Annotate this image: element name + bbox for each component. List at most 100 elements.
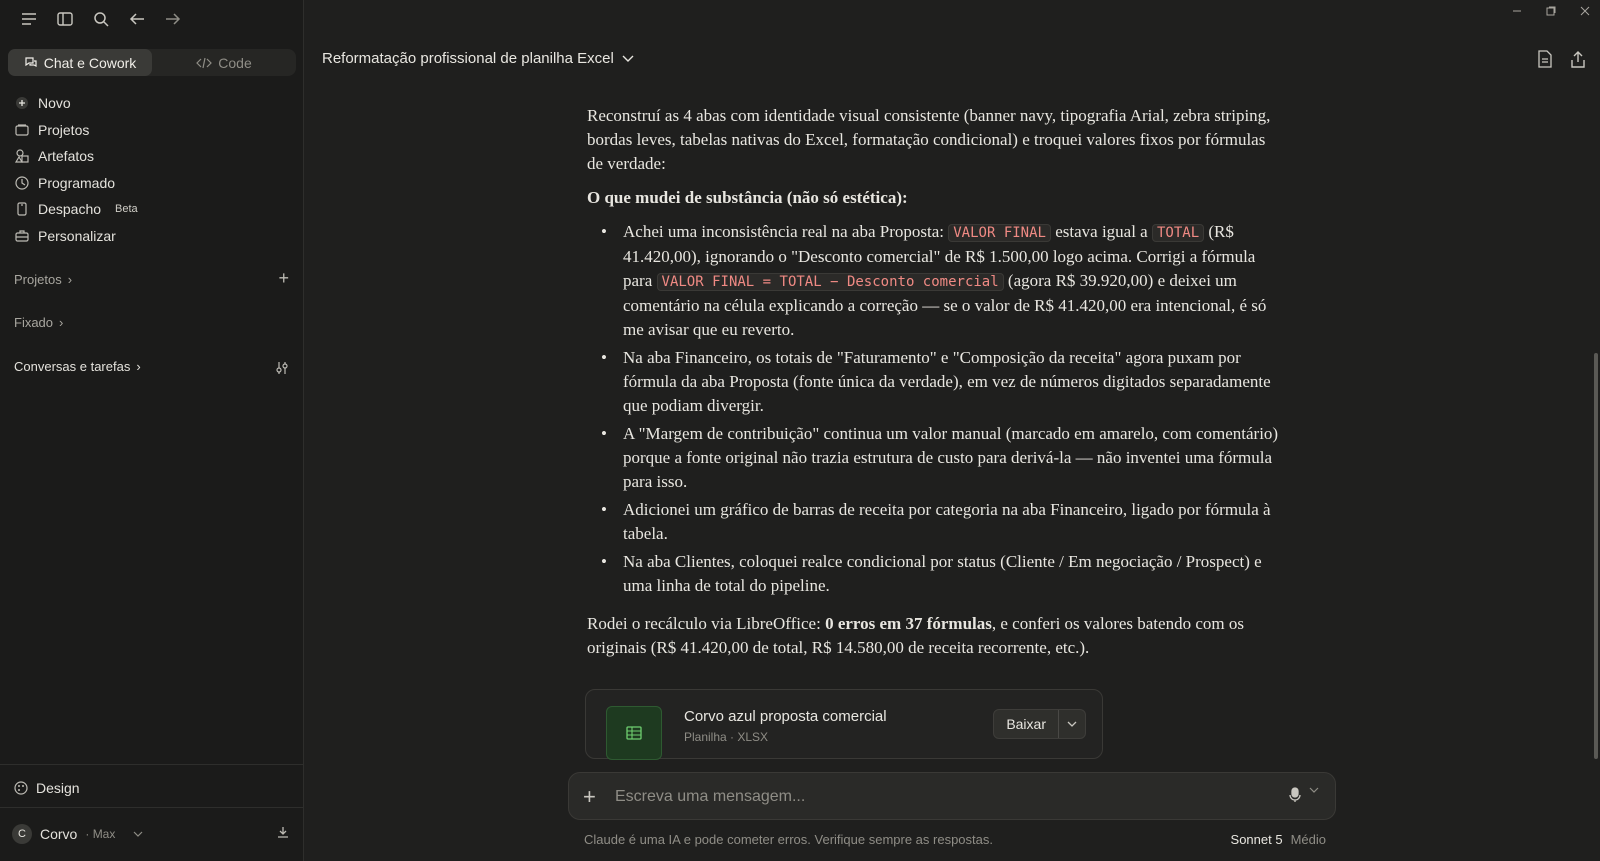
message-heading: O que mudei de substância (não só estéti…: [587, 188, 908, 207]
section-projetos[interactable]: Projetos ›: [14, 272, 72, 287]
sidebar-nav: Novo Projetos Artefatos Programado Despa…: [14, 90, 138, 249]
model-effort: Médio: [1290, 832, 1326, 847]
chevron-down-icon[interactable]: [1309, 787, 1319, 803]
microphone-icon[interactable]: [1289, 787, 1301, 803]
section-fixado[interactable]: Fixado ›: [14, 315, 63, 330]
conversation-title: Reformatação profissional de planilha Ex…: [322, 50, 614, 67]
conversation-title-button[interactable]: Reformatação profissional de planilha Ex…: [322, 50, 634, 67]
section-fixado-label: Fixado: [14, 315, 54, 330]
add-project-icon[interactable]: +: [278, 268, 289, 289]
restore-icon[interactable]: [1546, 6, 1556, 16]
user-plan: · Max: [85, 827, 116, 841]
sidebar-item-projetos[interactable]: Projetos: [14, 117, 138, 144]
sidebar-item-artefatos[interactable]: Artefatos: [14, 143, 138, 170]
chevron-down-icon: [622, 55, 634, 63]
sidebar-item-programado[interactable]: Programado: [14, 170, 138, 197]
sidebar-item-personalizar[interactable]: Personalizar: [14, 223, 138, 250]
sidebar-item-novo[interactable]: Novo: [14, 90, 138, 117]
forward-arrow-icon[interactable]: [162, 8, 184, 30]
app-window: Chat e Cowork Code Novo Projetos Artefat…: [0, 0, 1600, 861]
section-projetos-label: Projetos: [14, 272, 62, 287]
download-button[interactable]: Baixar: [993, 709, 1086, 739]
chat-icon: [24, 56, 38, 70]
clock-icon: [14, 175, 30, 191]
divider: [0, 807, 304, 808]
inline-code: TOTAL: [1151, 224, 1205, 242]
design-label: Design: [36, 780, 80, 796]
download-button-label: Baixar: [1006, 716, 1046, 732]
sidebar-item-despacho[interactable]: Despacho Beta: [14, 196, 138, 223]
window-controls: [1512, 6, 1590, 16]
menu-icon[interactable]: [18, 8, 40, 30]
sidebar-toolbar: [18, 8, 184, 30]
share-icon[interactable]: [1570, 50, 1586, 68]
sidebar-item-label: Artefatos: [38, 148, 95, 165]
mode-code[interactable]: Code: [152, 49, 296, 76]
bullet-text: estava igual a: [1050, 222, 1152, 241]
bullet-text: Achei uma inconsistência real na aba Pro…: [623, 222, 949, 241]
mode-chat-label: Chat e Cowork: [43, 54, 137, 71]
sidebar-item-label: Personalizar: [38, 227, 116, 244]
sidebar-item-label: Projetos: [38, 121, 90, 138]
scrollbar[interactable]: [1594, 353, 1598, 759]
voice-input[interactable]: [1289, 787, 1319, 803]
download-icon[interactable]: [277, 826, 289, 838]
user-menu[interactable]: C Corvo · Max: [12, 824, 143, 844]
file-attachment-card[interactable]: Corvo azul proposta comercial Planilha ·…: [585, 689, 1103, 760]
mode-chat-cowork[interactable]: Chat e Cowork: [8, 49, 152, 76]
sidebar-item-label: Programado: [38, 174, 116, 191]
message-intro: Reconstruí as 4 abas com identidade visu…: [587, 106, 1271, 173]
sidebar: Chat e Cowork Code Novo Projetos Artefat…: [0, 0, 304, 861]
assistant-message: Reconstruí as 4 abas com identidade visu…: [587, 104, 1279, 670]
close-icon[interactable]: [1580, 6, 1590, 16]
filter-icon[interactable]: [275, 361, 289, 375]
model-name: Sonnet 5: [1230, 832, 1283, 847]
chevron-down-icon[interactable]: [1058, 710, 1085, 738]
list-item: Adicionei um gráfico de barras de receit…: [601, 498, 1279, 546]
header-actions: [1538, 50, 1586, 68]
chevron-right-icon: ›: [67, 272, 73, 287]
list-item: Achei uma inconsistência real na aba Pro…: [601, 220, 1279, 342]
sidebar-item-design[interactable]: Design: [14, 780, 80, 796]
chevron-down-icon: [133, 831, 143, 837]
folder-icon: [14, 122, 30, 138]
sidebar-item-label: Novo: [38, 95, 71, 112]
inline-code: VALOR FINAL: [948, 224, 1051, 242]
outro-text: Rodei o recálculo via LibreOffice:: [587, 614, 826, 633]
list-item: Na aba Financeiro, os totais de "Faturam…: [601, 346, 1279, 418]
sidebar-toggle-icon[interactable]: [54, 8, 76, 30]
spreadsheet-icon: [606, 706, 662, 760]
briefcase-icon: [14, 228, 30, 244]
message-bullets: Achei uma inconsistência real na aba Pro…: [601, 220, 1279, 598]
shapes-icon: [14, 148, 30, 164]
list-item: Na aba Clientes, coloquei realce condici…: [601, 550, 1279, 598]
outro-bold: 0 erros em 37 fórmulas: [825, 614, 992, 633]
section-conversas-label: Conversas e tarefas: [14, 359, 131, 374]
model-selector[interactable]: Sonnet 5 Médio: [1231, 832, 1326, 847]
list-item: A "Margem de contribuição" continua um v…: [601, 422, 1279, 494]
document-icon[interactable]: [1538, 50, 1552, 68]
minimize-icon[interactable]: [1512, 6, 1522, 16]
message-composer: +: [568, 772, 1336, 820]
phone-icon: [14, 201, 30, 217]
message-input[interactable]: [615, 785, 1215, 809]
mode-switch: Chat e Cowork Code: [8, 49, 296, 76]
disclaimer-text: Claude é uma IA e pode cometer erros. Ve…: [584, 832, 993, 847]
back-arrow-icon[interactable]: [126, 8, 148, 30]
search-icon[interactable]: [90, 8, 112, 30]
chevron-right-icon: ›: [59, 315, 64, 330]
main-panel: Reformatação profissional de planilha Ex…: [304, 0, 1600, 861]
file-meta: Planilha · XLSX: [684, 730, 769, 744]
plus-circle-icon: [14, 95, 30, 111]
inline-code: VALOR FINAL = TOTAL − Desconto comercial: [656, 273, 1004, 291]
avatar: C: [12, 824, 32, 844]
beta-badge: Beta: [115, 203, 138, 216]
user-name: Corvo: [40, 826, 78, 842]
divider: [0, 764, 304, 765]
code-icon: [196, 57, 213, 69]
palette-icon: [14, 781, 28, 795]
sidebar-item-label: Despacho: [38, 201, 102, 218]
section-conversas[interactable]: Conversas e tarefas ›: [14, 359, 141, 374]
file-name: Corvo azul proposta comercial: [684, 708, 887, 725]
add-attachment-icon[interactable]: +: [583, 784, 596, 810]
